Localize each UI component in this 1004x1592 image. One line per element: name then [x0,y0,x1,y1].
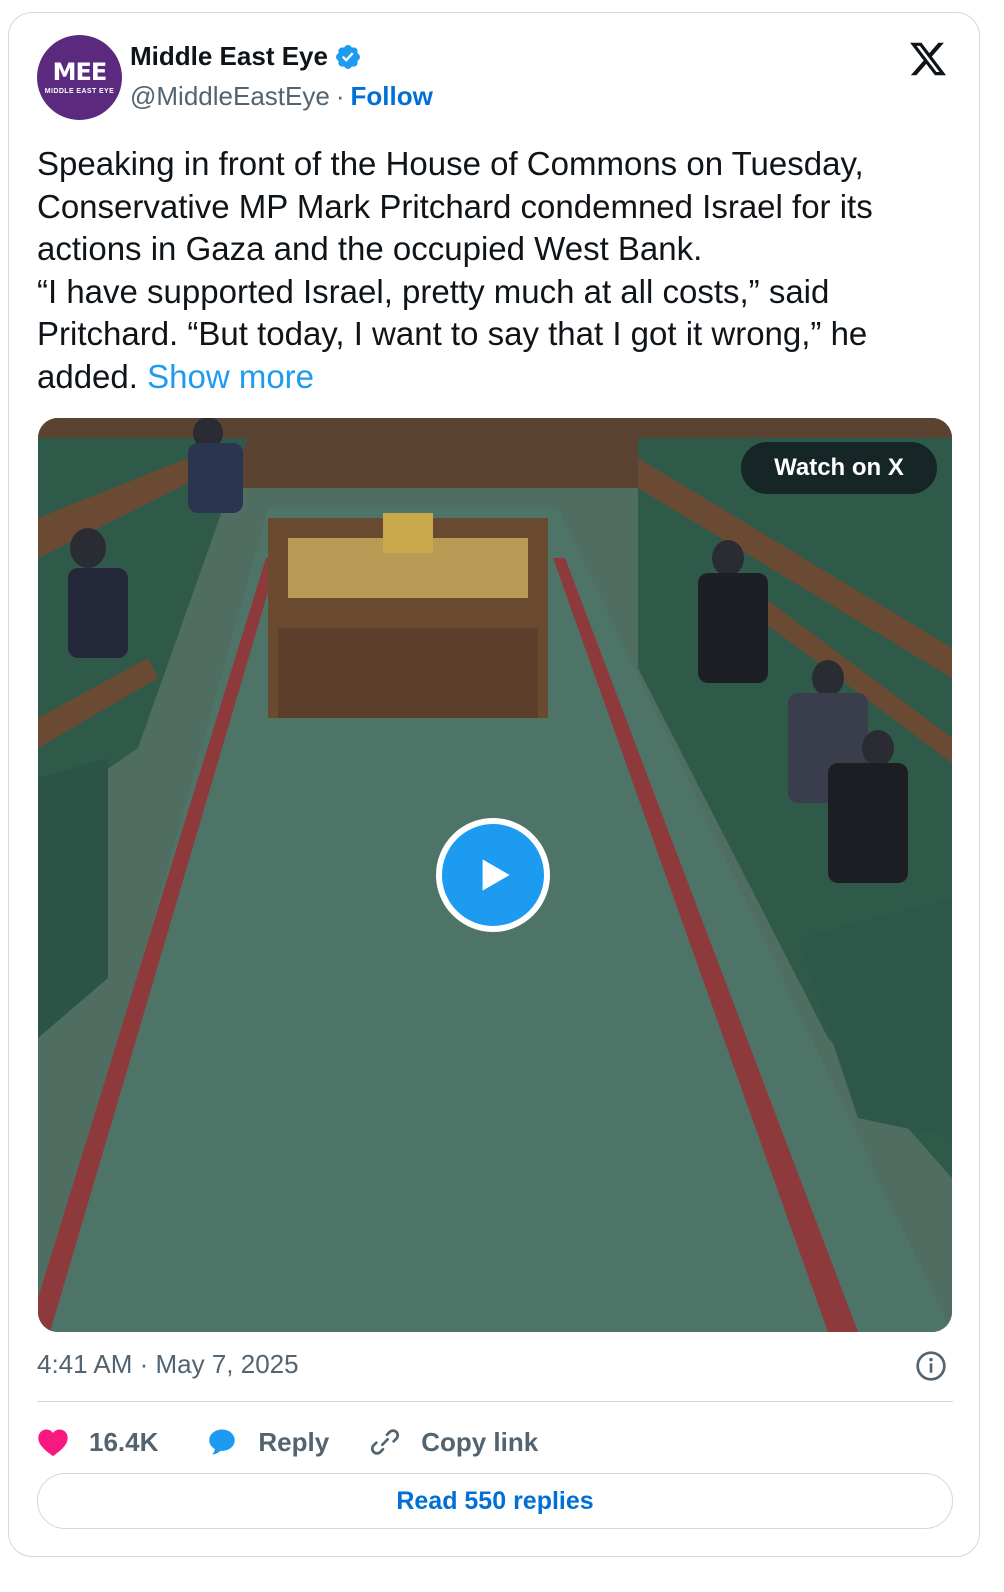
author-name[interactable]: Middle East Eye [130,41,328,72]
author-name-row: Middle East Eye [130,41,362,72]
reply-bubble-icon [209,1429,236,1455]
separator-dot: · [335,81,345,111]
tweet-text: Speaking in front of the House of Common… [37,143,937,398]
link-icon [371,1429,400,1455]
divider [37,1401,953,1402]
play-button[interactable] [436,818,550,932]
watch-on-x-button[interactable]: Watch on X [741,442,937,494]
like-count: 16.4K [89,1426,159,1457]
avatar-logo-subtext: MIDDLE EAST EYE [44,88,115,95]
info-icon[interactable] [915,1350,947,1382]
show-more-link[interactable]: Show more [147,358,314,395]
action-bar: 16.4K Reply Copy link [37,1417,578,1467]
copy-link-label: Copy link [421,1426,539,1457]
verified-badge-icon [336,44,360,69]
like-button[interactable]: 16.4K [37,1427,158,1458]
reply-label: Reply [258,1426,330,1457]
copy-link-button[interactable]: Copy link [369,1426,538,1458]
play-icon [482,859,510,891]
video-player[interactable]: Watch on X [38,418,952,1332]
author-handle[interactable]: @MiddleEastEye [130,81,330,112]
x-logo-icon[interactable] [907,39,949,79]
tweet-card: MEE MIDDLE EAST EYE Middle East Eye @Mid… [8,12,980,1557]
heart-icon [38,1429,68,1457]
read-replies-button[interactable]: Read 550 replies [37,1473,953,1529]
avatar-logo-text: MEE [52,58,108,86]
reply-button[interactable]: Reply [206,1427,329,1458]
tweet-timestamp[interactable]: 4:41 AM · May 7, 2025 [37,1349,299,1380]
follow-button[interactable]: Follow [350,81,432,112]
author-handle-row: @MiddleEastEye · Follow [130,81,433,112]
avatar[interactable]: MEE MIDDLE EAST EYE [37,35,122,120]
